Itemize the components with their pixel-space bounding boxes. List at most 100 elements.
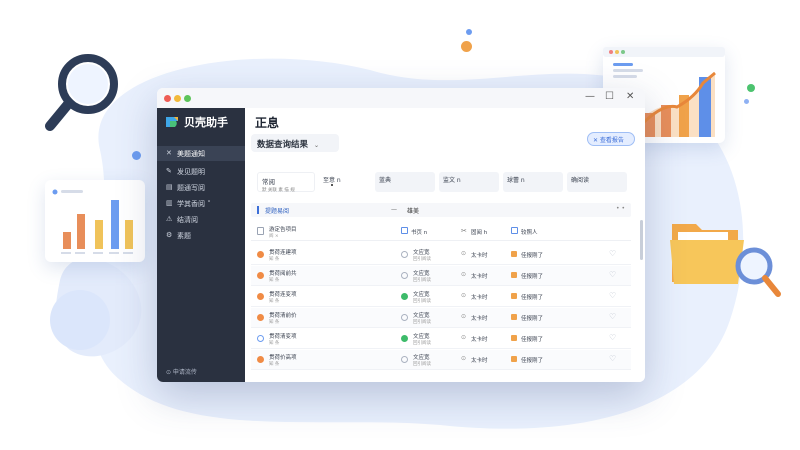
tab-2[interactable]: 蓝典 (375, 172, 435, 192)
row-col-4: 佳报刚了 (521, 358, 544, 364)
vertical-scrollbar[interactable] (640, 220, 643, 260)
sidebar-item-5[interactable]: ⚙ 素题 (157, 228, 245, 243)
tab-title: 常阅 (262, 178, 275, 186)
eye-icon: ⊙ (461, 313, 467, 320)
tab-5[interactable]: 确阅读 (567, 172, 627, 192)
status-icon-orange (257, 293, 264, 300)
magnifier-icon (45, 54, 118, 131)
sidebar-item-0[interactable]: ✕ 美题通知 (157, 146, 245, 161)
row-col-4: 佳报刚了 (521, 274, 544, 280)
table-row[interactable]: 贯荷连变项 知 条 文应宽 回引阅读 ⊙ 太卡时 佳报刚了 ♡ (251, 287, 631, 307)
table-row[interactable]: 贯荷价高项 知 条 文应宽 回引阅读 ⊙ 太卡时 佳报刚了 ♡ (251, 350, 631, 370)
table-row[interactable]: 贯荷清前价 知 条 文应宽 回引阅读 ⊙ 太卡时 佳报刚了 ♡ (251, 308, 631, 328)
status-icon-blue (257, 335, 264, 342)
sidebar: 贝壳助手 ✕ 美题通知 ✎ 发见题明 ▤ 题通写阅 ▥ 学其香阅 ˅ ⚠ 结清阅… (157, 108, 245, 382)
minimize-window-dot[interactable] (174, 95, 181, 102)
heart-icon[interactable]: ♡ (609, 291, 616, 300)
sidebar-footer-link[interactable]: ⊙ 申请流传 (166, 367, 197, 376)
sidebar-item-4[interactable]: ⚠ 结清阅 (157, 212, 245, 227)
row-subtitle: 知 条 (269, 362, 280, 367)
table-row[interactable]: 贯荷连建项 知 条 文应宽 回引阅读 ⊙ 太卡时 佳报刚了 ♡ (251, 245, 631, 265)
heart-icon[interactable]: ♡ (609, 312, 616, 321)
sidebar-item-label: 结清阅 (177, 216, 198, 224)
cloud-icon (401, 314, 408, 321)
row-col-2b: 回引阅读 (413, 362, 431, 367)
row-col-2b: 回引阅读 (413, 257, 431, 262)
table-row[interactable]: 贯荷阅前共 知 条 文应宽 回引阅读 ⊙ 太卡时 佳报刚了 ♡ (251, 266, 631, 286)
close-button[interactable]: ✕ (626, 91, 634, 102)
row-col-4: 佳报刚了 (521, 253, 544, 259)
document-icon: ▤ (166, 183, 173, 191)
magnifier-small-icon (735, 247, 781, 297)
filter-dropdown[interactable]: 数据查询结果 ⌄ (251, 134, 339, 152)
row-title: 贯荷清变项 (269, 334, 297, 340)
building-icon: ▥ (166, 199, 173, 207)
tab-title: 蓝典 (379, 177, 392, 184)
eye-icon: ⊙ (461, 271, 467, 278)
tab-3[interactable]: 监文 n (439, 172, 499, 192)
row-col-2b: 回引阅读 (413, 341, 431, 346)
tab-subtitle: 默 关联 素 描 规 (262, 188, 295, 193)
row-col-3: 太卡时 (471, 274, 488, 280)
sidebar-item-1[interactable]: ✎ 发见题明 (157, 164, 245, 179)
filter-dropdown-value: 数据查询结果 (257, 140, 309, 150)
edit-icon: ✎ (166, 167, 172, 175)
gear-icon: ⚙ (166, 231, 173, 239)
check-icon-green (401, 335, 408, 342)
header-col-4: 较照人 (521, 230, 538, 236)
app-window: — ☐ ✕ 贝壳助手 ✕ 美题通知 ✎ 发见题明 ▤ 题通写阅 ▥ 学其香阅 ˅… (157, 88, 645, 382)
row-col-4: 佳报刚了 (521, 295, 544, 301)
maximize-window-dot[interactable] (184, 95, 191, 102)
user-icon (511, 227, 518, 234)
heart-icon[interactable]: ♡ (609, 270, 616, 279)
minimize-button[interactable]: — (585, 91, 595, 102)
close-x-icon: ✕ (166, 149, 172, 157)
tab-dot-icon (331, 184, 333, 186)
status-icon-orange (257, 356, 264, 363)
tag-icon (511, 356, 517, 362)
row-title: 贯荷连变项 (269, 292, 297, 298)
tab-0[interactable]: 常阅 默 关联 素 描 规 (257, 172, 315, 193)
heart-icon[interactable]: ♡ (609, 249, 616, 258)
row-col-3: 太卡时 (471, 337, 488, 343)
row-col-2a: 文应宽 (413, 313, 430, 319)
decorative-dot-blue (132, 151, 141, 160)
row-col-3: 太卡时 (471, 316, 488, 322)
page-title: 正息 (255, 116, 280, 130)
heart-icon[interactable]: ♡ (609, 354, 616, 363)
header-col-1: 游定告项目 (269, 227, 297, 233)
tab-1[interactable]: 至意 n (319, 172, 371, 192)
bar-chart-illustration (52, 189, 133, 254)
tab-title: 监文 n (443, 177, 461, 184)
eye-icon: ⊙ (461, 355, 467, 362)
section-marker (257, 206, 259, 214)
row-col-2a: 文应宽 (413, 355, 430, 361)
table-row[interactable]: 贯荷清变项 知 条 文应宽 回引阅读 ⊙ 太卡时 佳报刚了 ♡ (251, 329, 631, 349)
sidebar-item-3[interactable]: ▥ 学其香阅 ˅ (157, 196, 245, 211)
more-options-icon[interactable]: • • (616, 205, 625, 212)
decorative-dot-orange (461, 41, 472, 52)
view-report-button[interactable]: ✕ 查看报告 (587, 132, 635, 146)
decorative-dot-blue (466, 29, 472, 35)
row-col-2a: 文应宽 (413, 271, 430, 277)
tag-icon (511, 251, 517, 257)
warning-icon: ⚠ (166, 215, 173, 223)
edit-icon (401, 227, 408, 234)
tab-4[interactable]: 球蕾 n (503, 172, 563, 192)
app-logo-icon (166, 117, 178, 127)
header-col-3: 固阅 h (471, 230, 488, 236)
maximize-button[interactable]: ☐ (605, 91, 614, 102)
heart-icon[interactable]: ♡ (609, 333, 616, 342)
sidebar-item-2[interactable]: ▤ 题通写阅 (157, 180, 245, 195)
tag-icon (511, 335, 517, 341)
row-title: 贯荷阅前共 (269, 271, 297, 277)
decorative-dot-green (747, 84, 755, 92)
close-window-dot[interactable] (164, 95, 171, 102)
title-bar: — ☐ ✕ (157, 88, 645, 108)
row-col-4: 佳报刚了 (521, 316, 544, 322)
header-col-1-sub: 阅 × (269, 234, 279, 239)
row-col-3: 太卡时 (471, 295, 488, 301)
tag-icon (511, 314, 517, 320)
eye-icon: ⊙ (461, 334, 467, 341)
row-title: 贯荷价高项 (269, 355, 297, 361)
